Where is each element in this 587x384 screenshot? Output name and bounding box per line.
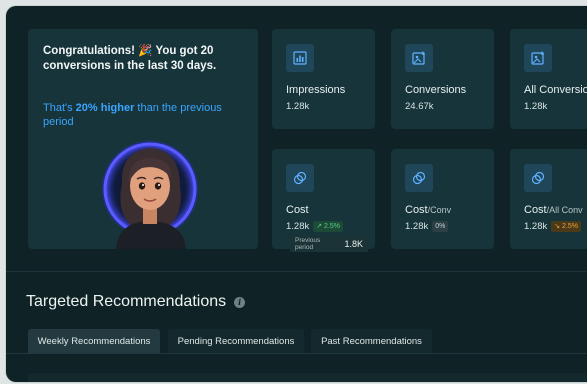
metric-label: Impressions	[286, 84, 346, 96]
metric-card-cost[interactable]: Cost 1.28k ↗ 2.5%	[272, 149, 375, 249]
metric-value: 1.28k	[524, 221, 548, 232]
coins-icon	[286, 164, 314, 192]
metric-label: All Conversions	[524, 84, 587, 96]
congrats-message: Congratulations! 🎉 You got 20 conversion…	[43, 45, 217, 72]
metric-label-suffix: /All Conv	[546, 205, 583, 215]
metric-label-main: Cost	[524, 204, 547, 216]
comparison-text: That's 20% higher than the previous peri…	[43, 102, 243, 129]
metric-label-suffix: /Conv	[427, 205, 452, 215]
metric-value: 1.28k	[405, 221, 429, 232]
metric-label: Cost/Conv	[405, 204, 451, 216]
metric-value-row: 1.28k 0%	[405, 221, 449, 232]
metric-label: Cost/All Conv	[524, 204, 583, 216]
previous-period-tooltip: Previous period 1.8K	[290, 236, 368, 252]
coins-icon	[405, 164, 433, 192]
metric-value: 24.67k	[405, 101, 434, 112]
comparison-highlight: 20% higher	[75, 102, 135, 114]
trend-flat-badge: 0%	[432, 221, 449, 232]
metric-card-conversions[interactable]: Conversions 24.67k	[391, 29, 494, 129]
comparison-prefix: That's	[43, 102, 76, 114]
metric-value-row: 1.28k ↗ 2.5%	[286, 221, 344, 232]
bar-chart-icon	[286, 44, 314, 72]
metric-card-cost-per-all-conv[interactable]: Cost/All Conv 1.28k ↘ 2.5%	[510, 149, 587, 249]
metric-label: Conversions	[405, 84, 467, 96]
metric-card-all-conversions[interactable]: All Conversions 1.28k	[510, 29, 587, 129]
metric-value-row: 1.28k ↘ 2.5%	[524, 221, 582, 232]
image-plus-icon	[405, 44, 433, 72]
recommendations-heading: Targeted Recommendations i	[26, 293, 246, 311]
section-divider	[6, 271, 587, 272]
metric-value: 1.28k	[524, 101, 548, 112]
metric-label: Cost	[286, 204, 309, 216]
dashboard-frame: Congratulations! 🎉 You got 20 conversion…	[6, 6, 587, 382]
image-plus-icon	[524, 44, 552, 72]
metric-label-main: Cost	[405, 204, 428, 216]
tab-underline	[6, 353, 587, 354]
tab-weekly-recommendations[interactable]: Weekly Recommendations	[28, 329, 160, 353]
metric-value: 1.28k	[286, 221, 310, 232]
metric-label-main: Cost	[286, 204, 309, 216]
congrats-card: Congratulations! 🎉 You got 20 conversion…	[28, 29, 258, 249]
info-icon[interactable]: i	[234, 296, 246, 308]
tooltip-label: Previous period	[295, 237, 321, 251]
metric-card-cost-per-conv[interactable]: Cost/Conv 1.28k 0%	[391, 149, 494, 249]
tab-pending-recommendations[interactable]: Pending Recommendations	[168, 329, 304, 353]
metric-card-impressions[interactable]: Impressions 1.28k	[272, 29, 375, 129]
recommendations-title: Targeted Recommendations	[26, 293, 227, 310]
tab-past-recommendations[interactable]: Past Recommendations	[311, 329, 432, 353]
metric-value: 1.28k	[286, 101, 310, 112]
coins-icon	[524, 164, 552, 192]
tooltip-value: 1.8K	[344, 239, 363, 249]
recommendations-panel	[28, 373, 587, 382]
trend-up-badge: ↗ 2.5%	[313, 221, 344, 232]
trend-down-badge: ↘ 2.5%	[551, 221, 582, 232]
avatar	[98, 134, 208, 249]
